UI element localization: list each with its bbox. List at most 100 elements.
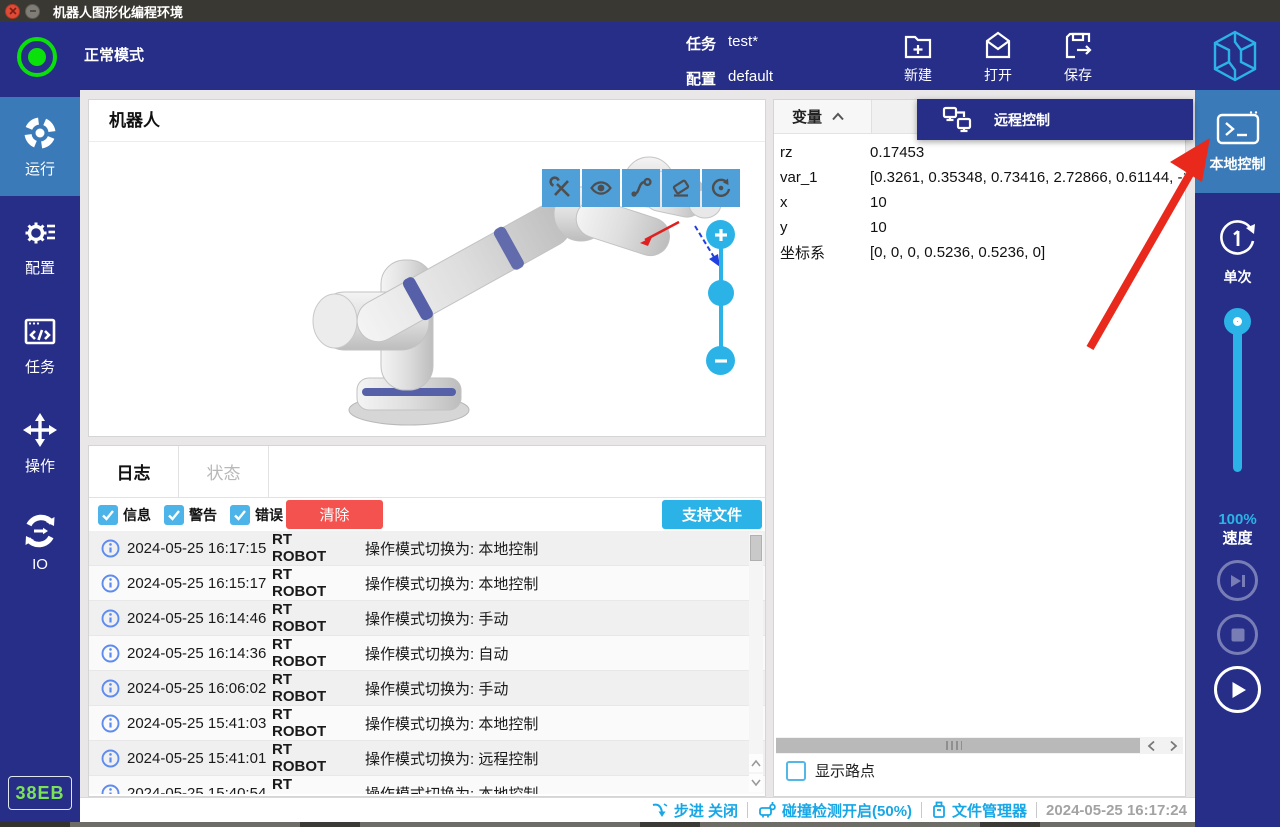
scrollbar-thumb[interactable]: [776, 738, 1140, 753]
filter-info[interactable]: 信息: [98, 505, 151, 525]
sidebar-item-jog[interactable]: 操作: [0, 394, 80, 493]
tab-log[interactable]: 日志: [89, 446, 179, 497]
zoom-in-icon[interactable]: [706, 220, 735, 249]
speed-slider-track[interactable]: [1233, 322, 1242, 472]
variable-value: [0, 0, 0, 0.5236, 0.5236, 0]: [870, 244, 1185, 261]
checkbox-checked-icon[interactable]: [230, 505, 250, 525]
viewport-toolbar: [542, 169, 740, 207]
new-folder-icon: [901, 28, 935, 62]
sidebar-item-run[interactable]: 运行: [0, 97, 80, 196]
log-list: 2024-05-25 16:17:15 RT ROBOT 操作模式切换为: 本地…: [89, 531, 765, 794]
sidebar-item-label: IO: [32, 556, 48, 573]
step-forward-icon[interactable]: [1217, 560, 1258, 601]
scrollbar-thumb[interactable]: [750, 535, 762, 561]
local-control-button[interactable]: 本地控制: [1195, 90, 1280, 193]
log-row[interactable]: 2024-05-25 16:06:02 RT ROBOT 操作模式切换为: 手动: [89, 671, 765, 706]
remote-control-menu-item[interactable]: 远程控制: [917, 99, 1193, 140]
log-row[interactable]: 2024-05-25 16:14:36 RT ROBOT 操作模式切换为: 自动: [89, 636, 765, 671]
collision-detection-label: 碰撞检测开启(50%): [782, 800, 912, 821]
log-row[interactable]: 2024-05-25 15:41:01 RT ROBOT 操作模式切换为: 远程…: [89, 741, 765, 776]
log-source: RT ROBOT: [272, 601, 335, 635]
file-manager-button[interactable]: 文件管理器: [931, 800, 1027, 821]
show-waypoints-toggle[interactable]: 显示路点: [786, 760, 875, 781]
stop-icon[interactable]: [1217, 614, 1258, 655]
play-icon[interactable]: [1214, 666, 1261, 713]
speed-slider[interactable]: [1195, 308, 1280, 476]
status-bar: 步进 关闭 碰撞检测开启(50%): [80, 797, 1195, 822]
tools-icon[interactable]: [542, 169, 580, 207]
scroll-right-icon[interactable]: [1163, 737, 1183, 754]
support-file-button[interactable]: 支持文件: [662, 500, 762, 529]
window-close-icon[interactable]: [5, 4, 20, 19]
checkbox-checked-icon[interactable]: [98, 505, 118, 525]
sidebar-item-task[interactable]: 任务: [0, 295, 80, 394]
brand-logo-icon: [1211, 29, 1259, 83]
horizontal-scrollbar[interactable]: [776, 737, 1183, 754]
info-icon: [101, 609, 120, 628]
tab-status[interactable]: 状态: [179, 446, 269, 497]
save-task-label: 保存: [1064, 65, 1092, 85]
speed-slider-handle[interactable]: [1224, 308, 1251, 335]
robot-panel-title: 机器人: [89, 100, 765, 142]
scroll-down-icon[interactable]: [749, 774, 763, 792]
checkbox-unchecked-icon[interactable]: [786, 761, 806, 781]
task-field: 任务 test*: [686, 33, 758, 54]
robot-view-panel: 机器人: [88, 99, 766, 437]
checkbox-checked-icon[interactable]: [164, 505, 184, 525]
log-source: RT ROBOT: [272, 566, 335, 600]
info-icon: [101, 644, 120, 663]
save-task-button[interactable]: 保存: [1038, 22, 1118, 90]
save-icon: [1061, 28, 1095, 62]
log-source: RT ROBOT: [272, 706, 335, 740]
collision-robot-icon: [757, 801, 777, 819]
log-time: 2024-05-25 16:14:46: [127, 610, 272, 627]
sidebar-item-io[interactable]: IO: [0, 493, 80, 592]
variable-value: [0.3261, 0.35348, 0.73416, 2.72866, 0.61…: [870, 169, 1185, 186]
log-filters: 信息 警告 错误 清除 支持文件: [89, 498, 765, 531]
run-target-icon: [21, 114, 59, 152]
log-row[interactable]: 2024-05-25 16:14:46 RT ROBOT 操作模式切换为: 手动: [89, 601, 765, 636]
filter-error[interactable]: 错误: [230, 505, 283, 525]
remote-control-label: 远程控制: [994, 110, 1050, 130]
statusbar-divider: [747, 802, 748, 818]
variable-name: y: [774, 219, 870, 236]
new-task-button[interactable]: 新建: [878, 22, 958, 90]
sidebar-item-label: 任务: [25, 356, 55, 377]
step-mode-indicator[interactable]: 步进 关闭: [651, 800, 738, 821]
log-row[interactable]: 2024-05-25 15:40:54 RT ROBOT 操作模式切换为: 本地…: [89, 776, 765, 794]
speed-label: 速度: [1195, 529, 1280, 548]
visibility-eye-icon[interactable]: [582, 169, 620, 207]
trajectory-path-icon[interactable]: [622, 169, 660, 207]
variable-name: rz: [774, 144, 870, 161]
filter-warning[interactable]: 警告: [164, 505, 217, 525]
file-manager-label: 文件管理器: [952, 800, 1027, 821]
sidebar-item-label: 操作: [25, 455, 55, 476]
log-row[interactable]: 2024-05-25 16:17:15 RT ROBOT 操作模式切换为: 本地…: [89, 531, 765, 566]
open-task-button[interactable]: 打开: [958, 22, 1038, 90]
filter-info-label: 信息: [123, 505, 151, 525]
single-cycle-button[interactable]: 单次: [1195, 205, 1280, 297]
clear-log-button[interactable]: 清除: [286, 500, 383, 529]
variable-name: 坐标系: [774, 242, 870, 263]
reset-view-icon[interactable]: [702, 169, 740, 207]
sidebar-item-config[interactable]: 配置: [0, 196, 80, 295]
log-row[interactable]: 2024-05-25 16:15:17 RT ROBOT 操作模式切换为: 本地…: [89, 566, 765, 601]
variable-row: 坐标系 [0, 0, 0, 0.5236, 0.5236, 0]: [774, 240, 1185, 265]
zoom-out-icon[interactable]: [706, 346, 735, 375]
robot-id-badge[interactable]: 38EB: [8, 776, 72, 810]
window-minimize-icon[interactable]: [25, 4, 40, 19]
new-task-label: 新建: [904, 65, 932, 85]
robot-3d-viewport[interactable]: [89, 142, 765, 436]
collision-detection-indicator[interactable]: 碰撞检测开启(50%): [757, 800, 912, 821]
scroll-up-icon[interactable]: [749, 754, 763, 772]
log-time: 2024-05-25 16:15:17: [127, 575, 272, 592]
single-cycle-label: 单次: [1224, 267, 1252, 287]
window-titlebar: 机器人图形化编程环境: [0, 0, 1280, 22]
scroll-left-icon[interactable]: [1141, 737, 1161, 754]
log-scrollbar[interactable]: [749, 533, 763, 792]
info-icon: [101, 784, 120, 795]
variables-collapse-toggle[interactable]: 变量: [774, 106, 871, 127]
zoom-slider-handle[interactable]: [708, 280, 734, 306]
eraser-icon[interactable]: [662, 169, 700, 207]
log-row[interactable]: 2024-05-25 15:41:03 RT ROBOT 操作模式切换为: 本地…: [89, 706, 765, 741]
